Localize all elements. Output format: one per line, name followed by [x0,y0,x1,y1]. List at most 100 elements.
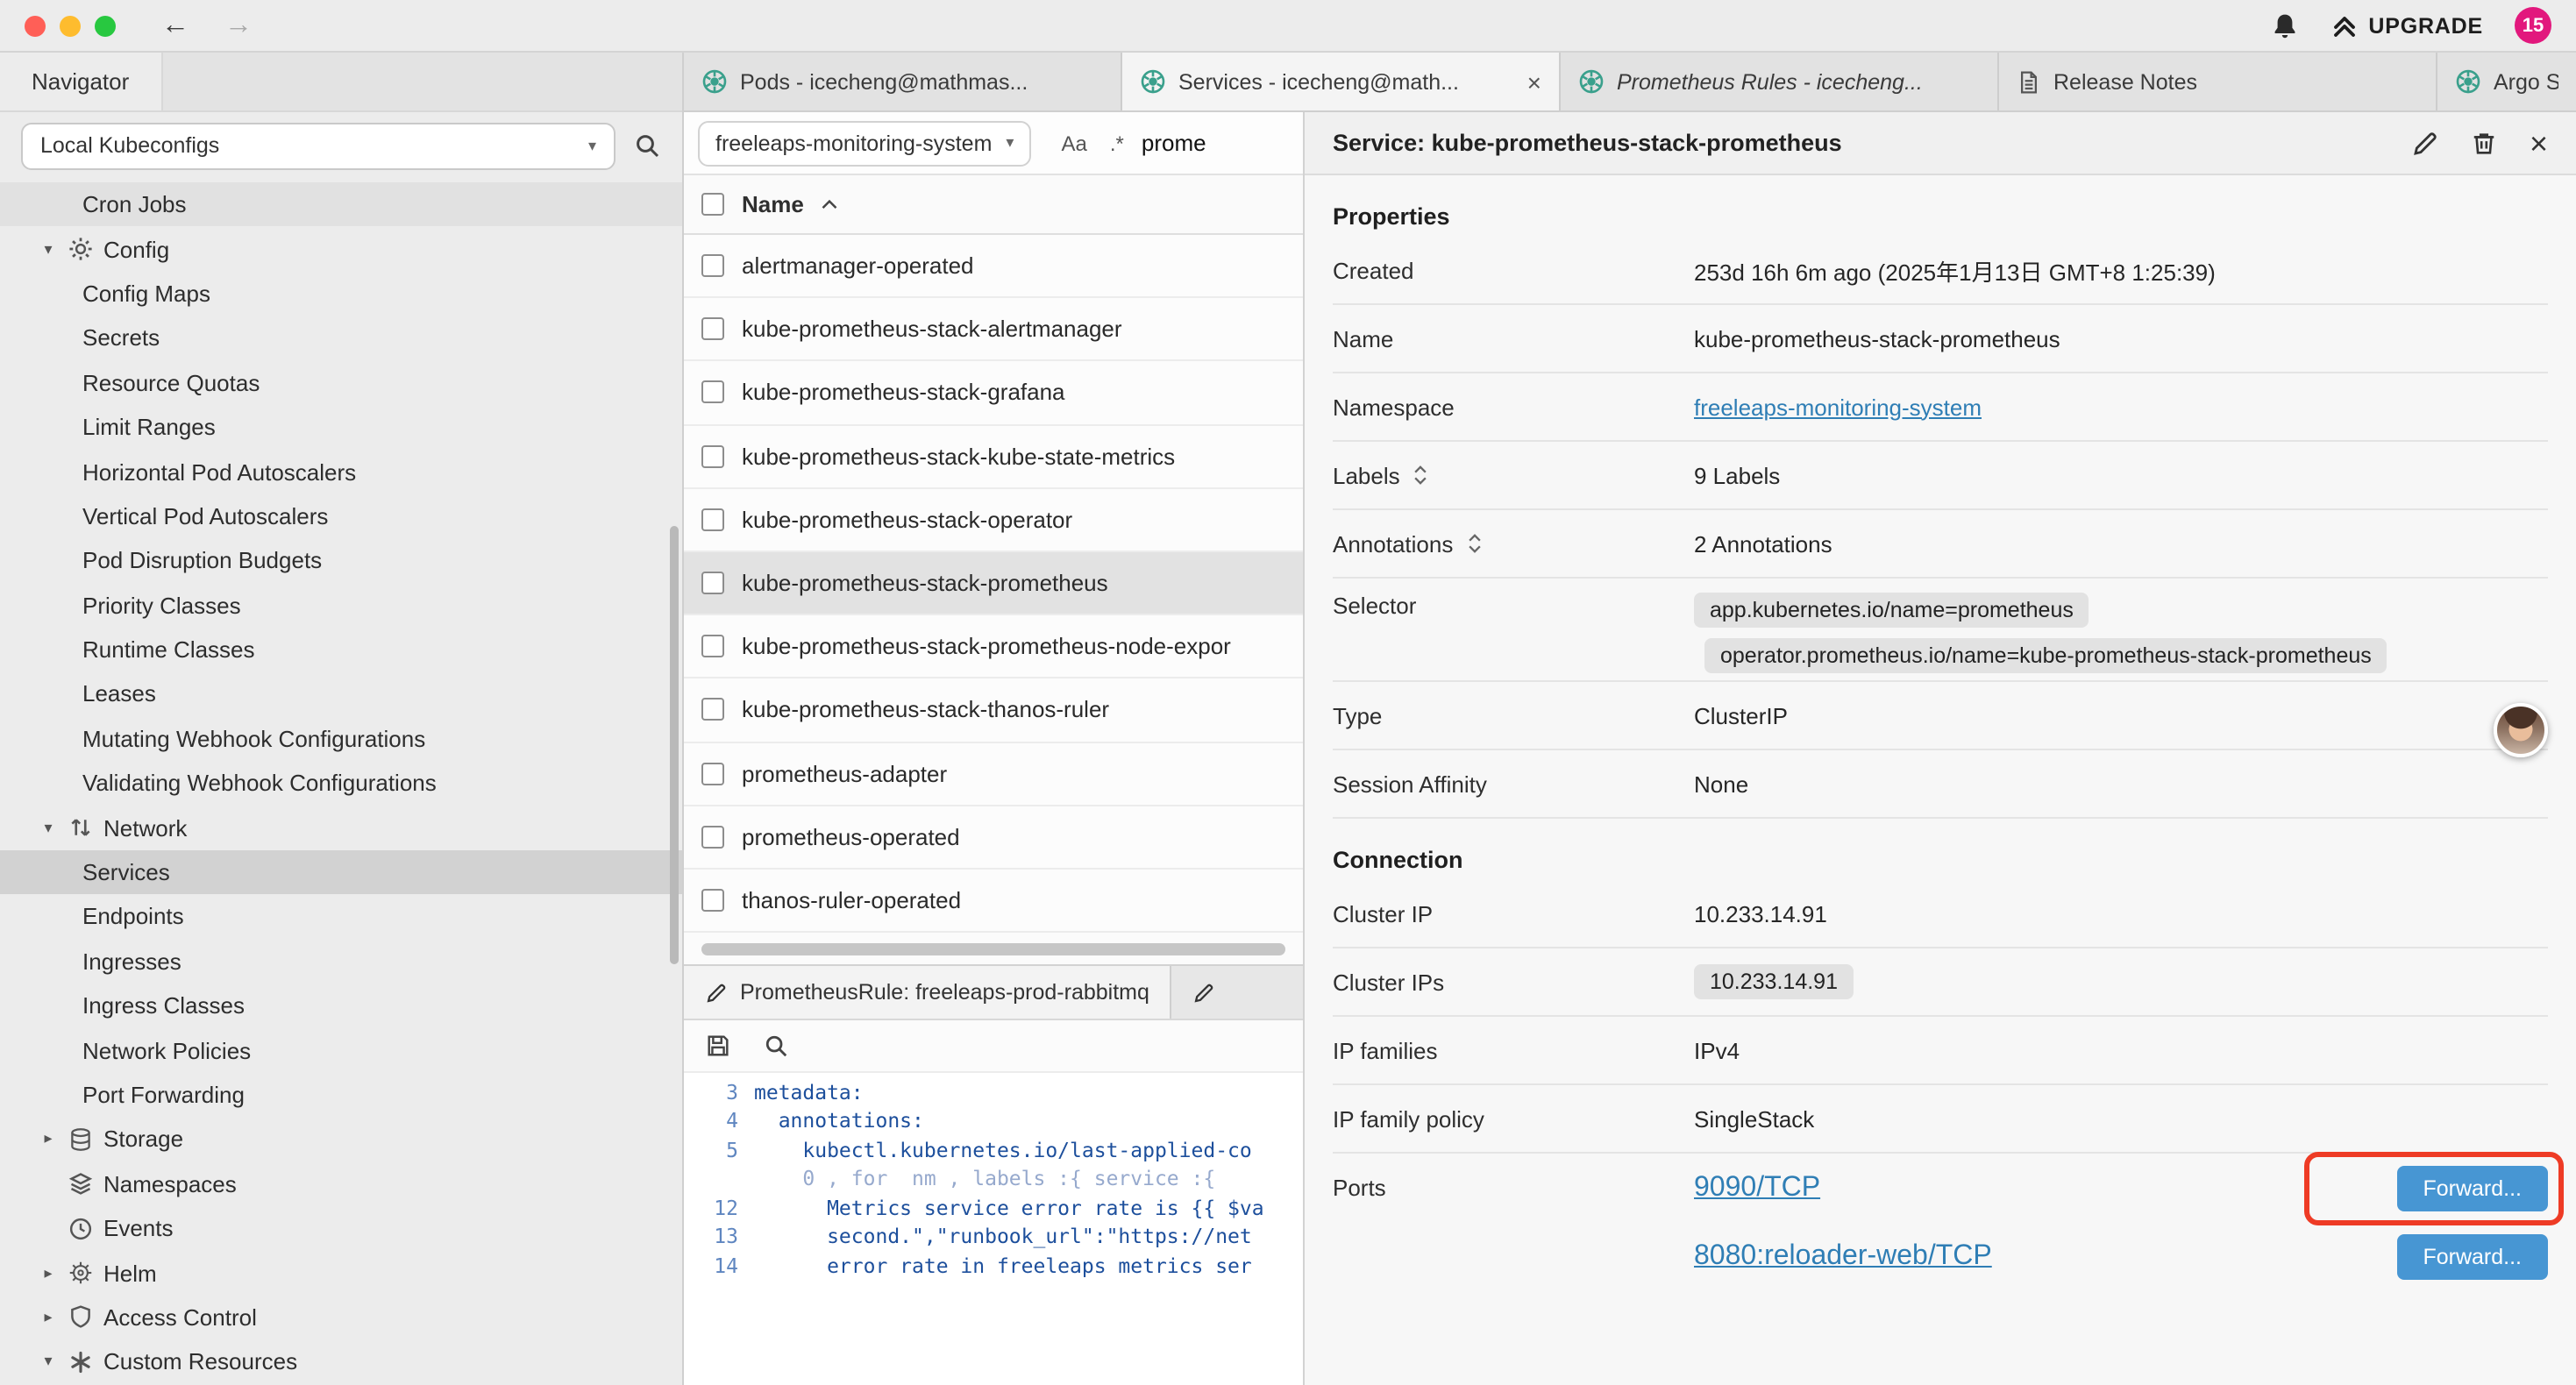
search-input[interactable]: Aa .* prome [1049,120,1289,166]
row-checkbox[interactable] [701,762,724,785]
tree-item[interactable]: Horizontal Pod Autoscalers [0,450,682,494]
detail-title: Service: kube-prometheus-stack-prometheu… [1333,130,1842,156]
edit-pencil-icon[interactable] [2412,129,2440,157]
row-checkbox[interactable] [701,318,724,341]
port-link[interactable]: 9090/TCP [1694,1172,1820,1204]
service-row[interactable]: kube-prometheus-stack-grafana [684,362,1303,425]
sort-ascending-icon[interactable] [822,198,839,210]
namespace-filter-select[interactable]: freeleaps-monitoring-system ▾ [698,120,1031,166]
dock-tab-strip: PrometheusRule: freeleaps-prod-rabbitmq [684,964,1303,1020]
minimize-window-button[interactable] [60,15,81,36]
notifications-bell-icon[interactable] [2270,11,2298,39]
service-row[interactable]: kube-prometheus-stack-kube-state-metrics [684,425,1303,488]
expand-updown-icon[interactable] [1413,465,1430,486]
detail-row-ip-family-policy: IP family policy SingleStack [1333,1085,2548,1154]
editor-search-icon[interactable] [763,1033,789,1059]
code-text: Metrics service error rate is {{ $va [754,1193,1264,1222]
row-checkbox[interactable] [701,889,724,912]
tree-item[interactable]: Ingresses [0,939,682,984]
tree-item[interactable]: Ingress Classes [0,984,682,1028]
match-case-toggle[interactable]: Aa [1056,129,1092,157]
service-row[interactable]: kube-prometheus-stack-thanos-ruler [684,679,1303,742]
row-checkbox[interactable] [701,508,724,531]
navigator-tab[interactable]: Navigator [0,53,162,110]
upgrade-button[interactable]: UPGRADE [2330,11,2483,39]
close-window-button[interactable] [25,15,46,36]
tree-item[interactable]: Events [0,1206,682,1251]
tab-prometheus-rules[interactable]: Prometheus Rules - icecheng... [1561,53,1999,110]
user-avatar[interactable] [2494,703,2548,757]
row-checkbox[interactable] [701,572,724,594]
tab-close-icon[interactable]: × [1527,67,1541,96]
back-button[interactable]: ← [161,11,189,39]
service-row[interactable]: alertmanager-operated [684,235,1303,298]
tree-item[interactable]: Limit Ranges [0,405,682,450]
service-row[interactable]: prometheus-operated [684,806,1303,869]
search-icon[interactable] [633,131,661,160]
row-checkbox[interactable] [701,826,724,849]
service-row[interactable]: kube-prometheus-stack-prometheus-node-ex… [684,615,1303,678]
tree-item[interactable]: Runtime Classes [0,628,682,672]
row-checkbox[interactable] [701,635,724,657]
code-text: error rate in freeleaps metrics ser [754,1251,1252,1280]
close-icon[interactable]: × [2530,127,2548,159]
tree-item[interactable]: Leases [0,672,682,717]
tree-item[interactable]: Secrets [0,316,682,360]
save-icon[interactable] [705,1033,731,1059]
forward-button[interactable]: → [224,11,253,39]
tab-release-notes[interactable]: Release Notes [1999,53,2437,110]
tree-item[interactable]: Endpoints [0,895,682,940]
name-column-header[interactable]: Name [742,191,804,217]
tree-chevron-icon: ▸ [39,1130,58,1149]
tree-item[interactable]: Pod Disruption Budgets [0,538,682,583]
tree-item[interactable]: Port Forwarding [0,1073,682,1118]
database-icon [67,1127,93,1152]
tab-argo[interactable]: Argo S [2437,53,2576,110]
tree-item[interactable]: ▾ Network [0,806,682,850]
tree-item[interactable]: Services [0,850,682,895]
dock-tab-next[interactable] [1172,966,1237,1019]
port-forward-button[interactable]: Forward... [2396,1165,2548,1211]
tree-item[interactable]: Namespaces [0,1161,682,1206]
sidebar-scrollbar[interactable] [670,526,679,964]
row-checkbox[interactable] [701,444,724,467]
chevron-down-icon: ▾ [588,136,596,155]
tree-item[interactable]: Cron Jobs [0,182,682,227]
dock-tab-prometheusrule[interactable]: PrometheusRule: freeleaps-prod-rabbitmq [684,966,1172,1019]
notification-count-badge[interactable]: 15 [2515,7,2551,44]
tree-item[interactable]: ▾ Config [0,227,682,272]
row-checkbox[interactable] [701,699,724,721]
select-all-checkbox[interactable] [701,193,724,216]
row-checkbox[interactable] [701,381,724,404]
tree-item[interactable]: ▸ Helm [0,1251,682,1296]
port-forward-button[interactable]: Forward... [2396,1233,2548,1279]
kubeconfig-selector[interactable]: Local Kubeconfigs ▾ [21,122,616,169]
row-checkbox[interactable] [701,254,724,277]
zoom-window-button[interactable] [95,15,116,36]
tree-item[interactable]: ▾ Custom Resources [0,1339,682,1384]
tree-item[interactable]: Mutating Webhook Configurations [0,716,682,761]
tree-item[interactable]: Validating Webhook Configurations [0,761,682,806]
tree-item[interactable]: Priority Classes [0,583,682,628]
tree-item[interactable]: Vertical Pod Autoscalers [0,494,682,538]
tree-item[interactable]: ▸ Storage [0,1117,682,1161]
service-row[interactable]: prometheus-adapter [684,742,1303,806]
tree-item[interactable]: ▸ Access Control [0,1296,682,1340]
tab-services[interactable]: Services - icecheng@math... × [1122,53,1561,110]
port-link[interactable]: 8080:reloader-web/TCP [1694,1240,1992,1272]
tree-item[interactable]: Network Policies [0,1028,682,1073]
service-row[interactable]: thanos-ruler-operated [684,870,1303,933]
tree-item[interactable]: Config Maps [0,272,682,316]
expand-updown-icon[interactable] [1465,533,1483,554]
tree-item[interactable]: Resource Quotas [0,360,682,405]
service-row[interactable]: kube-prometheus-stack-alertmanager [684,298,1303,361]
yaml-editor[interactable]: 3 metadata: 4 annotations: 5 [684,1073,1303,1385]
tab-pods[interactable]: Pods - icecheng@mathmas... [684,53,1122,110]
service-row[interactable]: kube-prometheus-stack-prometheus [684,552,1303,615]
namespace-link[interactable]: freeleaps-monitoring-system [1694,394,1982,420]
services-table-header: Name [684,175,1303,235]
delete-trash-icon[interactable] [2472,130,2498,156]
regex-toggle[interactable]: .* [1105,129,1129,157]
service-row[interactable]: kube-prometheus-stack-operator [684,489,1303,552]
horizontal-scrollbar[interactable] [701,942,1285,955]
